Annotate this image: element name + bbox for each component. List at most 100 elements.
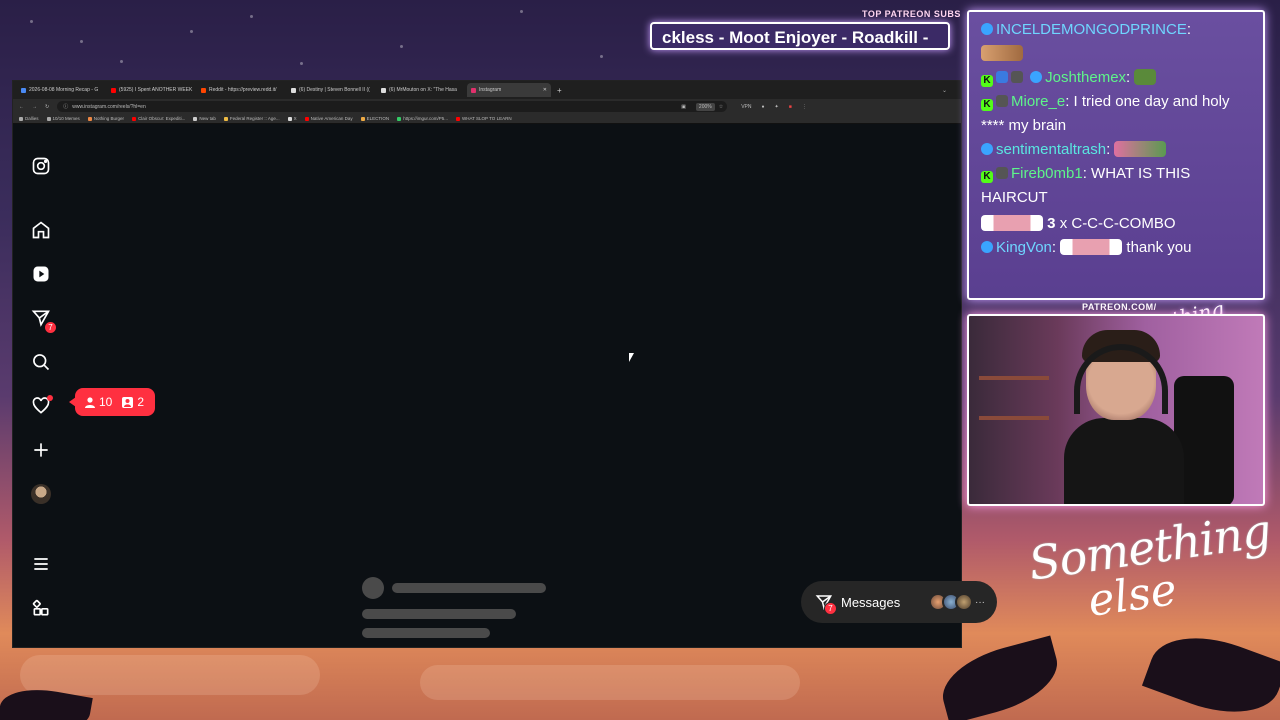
tab-label: 2026-08-08 Morning Recap - G <box>29 87 99 93</box>
bookmark[interactable]: ELECTION <box>360 116 389 121</box>
create-icon[interactable] <box>29 438 53 462</box>
patreon-subs-text: ckless - Moot Enjoyer - Roadkill - <box>662 28 929 47</box>
home-icon[interactable] <box>29 218 53 242</box>
badge-icon <box>996 167 1008 179</box>
combo-text: C-C-C-COMBO <box>1071 215 1176 232</box>
streamer <box>1064 330 1184 504</box>
vip-badge-icon <box>981 23 993 35</box>
bookmark[interactable]: Native American Day <box>304 116 353 121</box>
toolbar-extensions: VPN ● ✦ ■ ⋮ <box>741 104 807 110</box>
avatar <box>955 593 973 611</box>
bookmark[interactable]: 10/10 Memes <box>46 116 80 121</box>
new-tab-icon[interactable]: + <box>557 86 562 95</box>
vpn-button[interactable]: VPN <box>741 104 751 110</box>
browser-tab[interactable]: (6) MrMouton on X: "The Hasa <box>377 83 465 97</box>
chat-message: 3 x C-C-C-COMBO <box>981 212 1251 236</box>
bookmark-icon <box>193 116 198 121</box>
browser-tab-active[interactable]: Instagram ✕ <box>467 83 551 97</box>
x-icon <box>287 116 292 121</box>
combo-x: x <box>1059 215 1068 232</box>
bookmark-label: Clair Obscur: Expediti... <box>138 116 186 121</box>
instagram-sidebar: 7 <box>13 125 69 647</box>
shelf <box>979 376 1049 380</box>
bookmark-label: New tab <box>199 116 216 121</box>
zoom-badge[interactable]: 200% <box>695 102 715 111</box>
bookmark-label: Nothing Burger <box>93 116 125 121</box>
bookmark[interactable]: New tab <box>193 116 216 121</box>
skeleton-line <box>362 609 516 619</box>
folder-icon <box>19 116 23 121</box>
something-else-logo: Something else <box>1025 503 1273 630</box>
youtube-icon <box>455 116 460 121</box>
search-icon[interactable] <box>29 350 53 374</box>
chat-username: Fireb0mb1 <box>1011 165 1083 182</box>
url-input[interactable]: ⓘ www.instagram.com/reels/?hl=en ▣ 200% … <box>57 101 728 112</box>
folder-icon <box>46 116 51 121</box>
emote-icon <box>1134 69 1157 85</box>
chat-username: INCELDEMONGODPRINCE <box>996 21 1187 38</box>
messages-badge: 7 <box>824 602 837 615</box>
site-info-icon[interactable]: ⓘ <box>63 103 68 110</box>
bookmark-label: Native American Day <box>310 116 353 121</box>
messages-button[interactable]: 7 Messages ··· <box>801 581 997 623</box>
browser-tab[interactable]: Reddit - https://preview.redd.it/ <box>197 83 285 97</box>
star-icon[interactable]: ☆ <box>719 104 723 110</box>
bookmark[interactable]: https://imgur.com/P5... <box>397 116 448 121</box>
menu-icon[interactable]: ⋮ <box>802 104 807 110</box>
screen-icon[interactable]: ▣ <box>681 104 686 110</box>
more-apps-icon[interactable] <box>29 596 53 620</box>
webcam-feed <box>967 314 1265 506</box>
bookmark[interactable]: WHAT SLOP TO LEARN <box>455 116 512 121</box>
address-bar-row: ← → ↻ ⓘ www.instagram.com/reels/?hl=en ▣… <box>13 99 961 114</box>
kick-badge-icon: K <box>981 75 993 87</box>
youtube-icon <box>304 116 309 121</box>
bookmark[interactable]: X <box>287 116 297 121</box>
puzzle-icon[interactable]: ✦ <box>775 104 779 110</box>
reload-icon[interactable]: ↻ <box>45 104 49 110</box>
chat-username: sentimentaltrash <box>996 141 1107 158</box>
youtube-icon <box>111 87 116 93</box>
browser-tab[interactable]: 2026-08-08 Morning Recap - G <box>17 83 105 97</box>
badge-icon <box>996 71 1008 83</box>
browser-tab[interactable]: (5925) I Spent ANOTHER WEEK <box>107 83 195 97</box>
reddit-icon <box>201 87 206 93</box>
chat-username: KingVon <box>996 239 1052 256</box>
kick-badge-icon: K <box>981 171 993 183</box>
profile-avatar[interactable] <box>29 482 53 506</box>
bookmark[interactable]: Dallies <box>19 116 39 121</box>
url-text: www.instagram.com/reels/?hl=en <box>72 103 146 110</box>
bookmark[interactable]: Federal Register :: Age... <box>223 116 280 121</box>
bookmark-label: Dallies <box>25 116 39 121</box>
chat-text: thank you <box>1126 239 1192 256</box>
chevron-down-icon[interactable]: ⌄ <box>942 87 947 94</box>
skeleton-avatar <box>362 577 384 599</box>
chat-message <box>981 42 1251 66</box>
request-icon <box>122 396 134 408</box>
reels-icon[interactable] <box>29 262 53 286</box>
browser-tab[interactable]: (6) Destiny | Steven Bonnell II (( <box>287 83 375 97</box>
messages-badge: 7 <box>44 321 57 334</box>
hamburger-menu-icon[interactable] <box>29 552 53 576</box>
profile-icon[interactable]: ■ <box>789 104 792 110</box>
chat-message: INCELDEMONGODPRINCE: <box>981 18 1251 42</box>
notification-dot <box>47 395 53 401</box>
messages-icon[interactable]: 7 <box>29 306 57 334</box>
badge-icon <box>996 95 1008 107</box>
follower-icon <box>85 396 95 408</box>
back-icon[interactable]: ← <box>19 104 24 110</box>
bookmark-label: 10/10 Memes <box>52 116 80 121</box>
tab-label: (5925) I Spent ANOTHER WEEK <box>119 87 193 93</box>
chat-username: Miore_e <box>1011 93 1066 110</box>
skeleton-line <box>362 628 490 638</box>
emote-icon <box>1060 239 1123 255</box>
bookmark[interactable]: Clair Obscur: Expediti... <box>132 116 185 121</box>
instagram-icon <box>471 87 476 93</box>
notification-popup[interactable]: 10 2 <box>69 388 155 416</box>
tab-label: Instagram <box>479 87 502 93</box>
heart-icon[interactable] <box>29 394 53 418</box>
bookmark[interactable]: Nothing Burger <box>87 116 125 121</box>
close-tab-icon[interactable]: ✕ <box>543 87 547 93</box>
forward-icon[interactable]: → <box>32 104 37 110</box>
extension-icon[interactable]: ● <box>761 104 764 110</box>
instagram-logo-icon[interactable] <box>29 154 53 178</box>
